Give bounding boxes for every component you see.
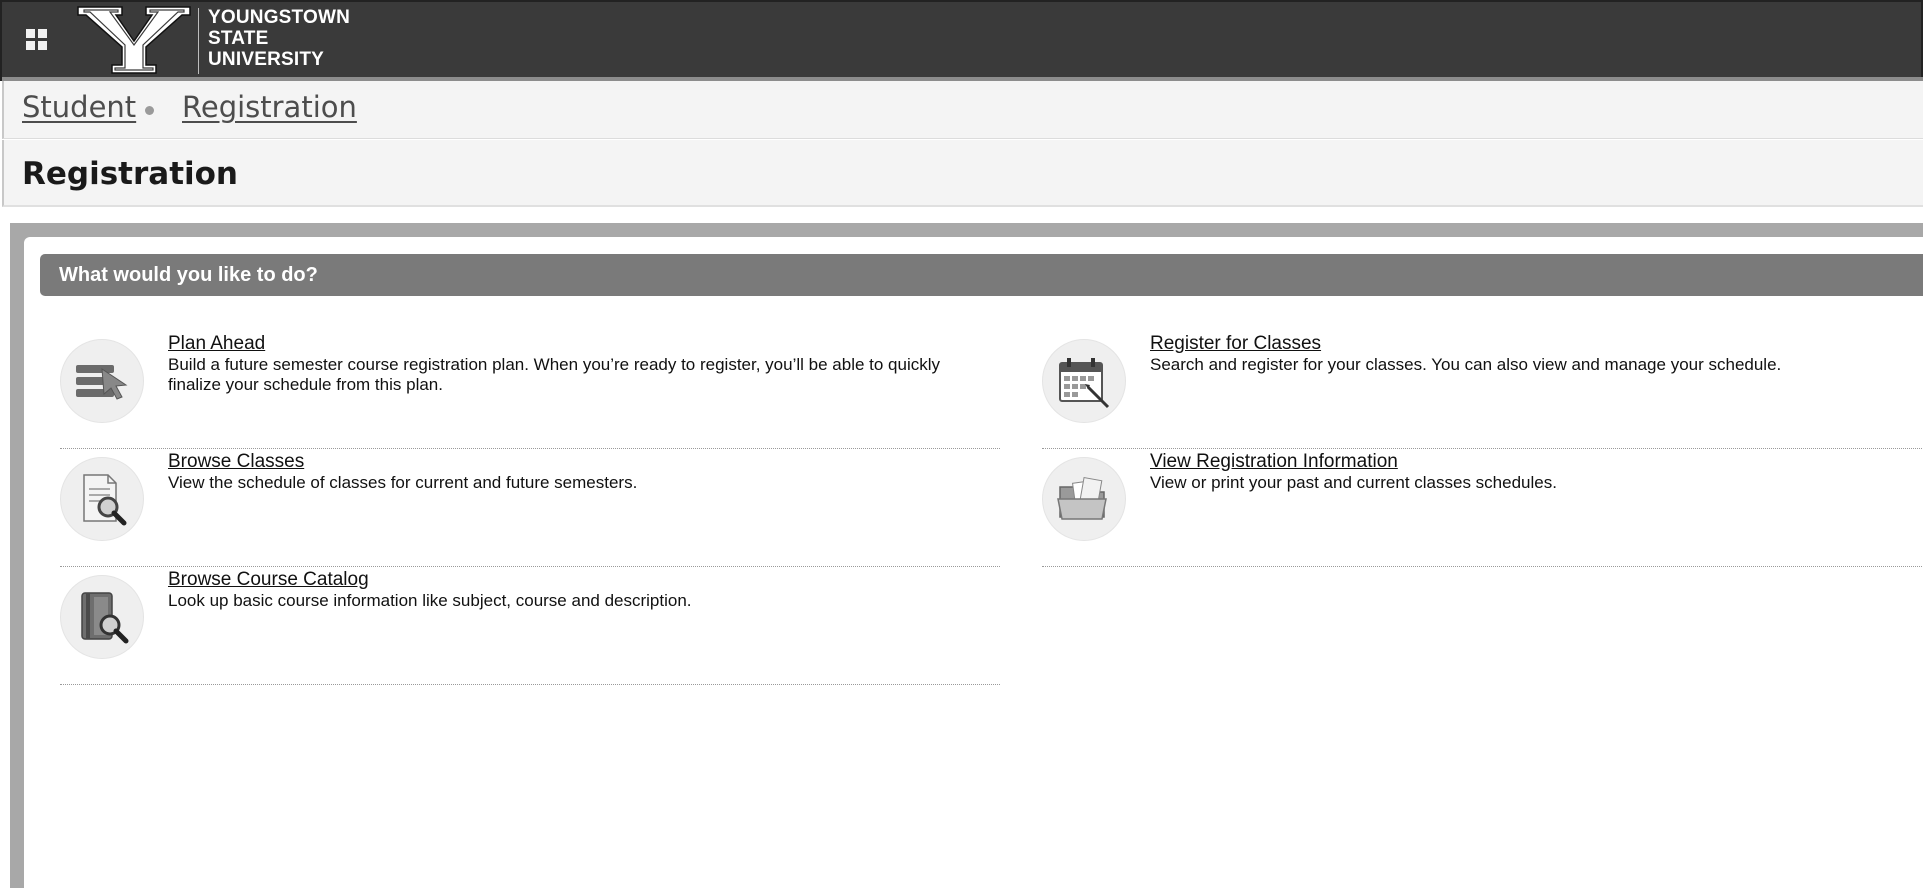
university-logo[interactable]	[76, 5, 192, 75]
main-panel: What would you like to do? Plan Ahead Bu…	[10, 223, 1923, 888]
top-bar: YOUNGSTOWN STATE UNIVERSITY	[0, 0, 1923, 83]
breadcrumb-student-link[interactable]: Student	[22, 90, 136, 124]
book-search-icon	[60, 575, 144, 659]
section-header-text: What would you like to do?	[59, 264, 318, 286]
tile-browse-course-catalog[interactable]: Browse Course Catalog Look up basic cour…	[60, 569, 1000, 687]
logo-line-2: STATE	[208, 28, 269, 49]
browse-course-catalog-link[interactable]: Browse Course Catalog	[168, 569, 369, 591]
view-registration-information-description: View or print your past and current clas…	[1150, 473, 1557, 492]
folder-icon	[1042, 457, 1126, 541]
section-header: What would you like to do?	[40, 254, 1923, 296]
tile-divider	[60, 684, 1000, 685]
content-panel: What would you like to do? Plan Ahead Bu…	[24, 237, 1923, 888]
breadcrumb: Student Registration	[2, 81, 1923, 139]
tile-divider	[1042, 566, 1923, 567]
logo-line-3: UNIVERSITY	[208, 49, 325, 70]
tile-divider	[60, 566, 1000, 567]
page-title-bar: Registration	[2, 140, 1923, 207]
browse-classes-link[interactable]: Browse Classes	[168, 451, 304, 473]
tile-divider	[60, 448, 1000, 449]
page-title: Registration	[22, 156, 239, 192]
tile-divider	[1042, 448, 1923, 449]
register-for-classes-link[interactable]: Register for Classes	[1150, 333, 1321, 355]
tile-register-for-classes[interactable]: Register for Classes Search and register…	[1042, 333, 1923, 451]
view-registration-information-link[interactable]: View Registration Information	[1150, 451, 1398, 473]
tile-browse-classes[interactable]: Browse Classes View the schedule of clas…	[60, 451, 1000, 569]
tile-view-registration-information[interactable]: View Registration Information View or pr…	[1042, 451, 1923, 569]
browse-course-catalog-description: Look up basic course information like su…	[168, 591, 692, 610]
browse-classes-description: View the schedule of classes for current…	[168, 473, 638, 492]
plan-ahead-description: Build a future semester course registrat…	[168, 355, 941, 394]
register-for-classes-description: Search and register for your classes. Yo…	[1150, 355, 1782, 374]
calendar-icon	[1042, 339, 1126, 423]
plan-ahead-icon	[60, 339, 144, 423]
logo-line-1: YOUNGSTOWN	[208, 7, 351, 28]
logo-divider	[198, 8, 199, 74]
document-search-icon	[60, 457, 144, 541]
app-menu-grid-icon[interactable]	[26, 29, 48, 51]
tile-plan-ahead[interactable]: Plan Ahead Build a future semester cours…	[60, 333, 1000, 451]
plan-ahead-link[interactable]: Plan Ahead	[168, 333, 265, 355]
breadcrumb-registration-link[interactable]: Registration	[182, 90, 357, 124]
university-name: YOUNGSTOWN STATE UNIVERSITY	[208, 7, 350, 70]
breadcrumb-separator	[145, 106, 154, 115]
